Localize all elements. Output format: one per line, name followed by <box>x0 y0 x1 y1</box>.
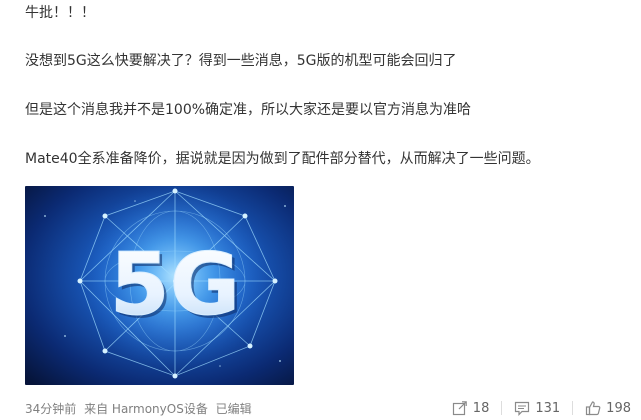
post-text-line-1: 牛批！！！ <box>25 5 95 21</box>
post-card: 牛批！！！ 没想到5G这么快要解决了？得到一些消息，5G版的机型可能会回归了 但… <box>0 0 641 420</box>
divider <box>501 401 503 415</box>
like-icon <box>586 401 601 416</box>
post-actions: 18 131 198 <box>452 398 631 418</box>
5g-text: 5G <box>110 235 240 335</box>
comment-icon <box>515 401 530 416</box>
post-meta: 34分钟前 来自 HarmonyOS设备 已编辑 <box>25 400 256 417</box>
post-text-line-4: Mate40全系准备降价，据说就是因为做到了配件部分替代，从而解决了一些问题。 <box>25 151 540 167</box>
5g-network-image: 5G 5G <box>25 186 294 385</box>
like-button[interactable]: 198 <box>585 400 631 416</box>
post-source[interactable]: 来自 HarmonyOS设备 <box>84 402 208 416</box>
repost-button[interactable]: 18 <box>452 400 490 416</box>
post-image[interactable]: 5G 5G <box>25 186 294 385</box>
post-text-line-2: 没想到5G这么快要解决了？得到一些消息，5G版的机型可能会回归了 <box>25 53 457 69</box>
repost-icon <box>452 401 467 416</box>
post-time[interactable]: 34分钟前 <box>25 402 76 416</box>
like-count: 198 <box>606 400 631 416</box>
comment-count: 131 <box>535 400 561 416</box>
divider <box>572 401 574 415</box>
post-edited[interactable]: 已编辑 <box>216 402 252 416</box>
post-text-line-3: 但是这个消息我并不是100%确定准，所以大家还是要以官方消息为准哈 <box>25 102 472 118</box>
comment-button[interactable]: 131 <box>514 400 560 416</box>
post-footer: 34分钟前 来自 HarmonyOS设备 已编辑 18 131 198 <box>25 398 631 418</box>
repost-count: 18 <box>472 400 490 416</box>
